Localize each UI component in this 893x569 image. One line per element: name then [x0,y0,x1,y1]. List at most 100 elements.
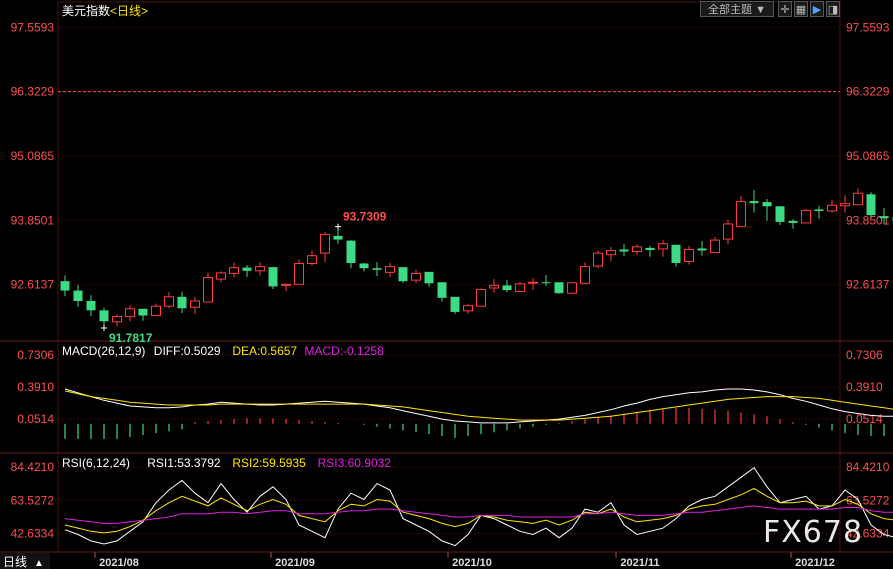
candle-body [606,250,616,256]
period-tab[interactable]: 日线 ▲ [0,553,50,569]
rsi-y-tick-label: 84.4210 [11,460,55,474]
candle-body [125,308,135,318]
candle-body [788,220,798,223]
candle-body [528,281,538,284]
macd-dea-line [64,390,893,421]
candle-body [567,282,577,294]
price-annotation: 93.7309 [343,210,387,224]
candle-body [489,284,499,289]
period-tab-label: 日线 [3,555,27,569]
candle-body [723,223,733,240]
rsi-y-tick-label-right: 84.4210 [846,460,890,474]
candle-body [697,248,707,251]
macd-y-tick-label-right: 0.7306 [846,348,883,362]
candle-body [632,246,642,253]
candle-body [333,235,343,240]
macd-y-tick-label: 0.3910 [17,380,54,394]
candle-body [346,240,356,263]
x-tick-label: 2021/11 [620,557,659,569]
y-tick-label: 96.3229 [11,85,55,99]
candle-body [736,201,746,228]
candle-body [99,310,109,322]
candle-body [801,209,811,224]
chart-canvas: 美元指数 <日线> 97.5593 97.5593 96.3229 96.3229 95.0… [0,1,893,569]
candle-body [112,316,122,323]
y-tick-label-right: 96.3229 [846,85,890,99]
price-annotation: 91.7817 [109,331,153,345]
candle-body [879,216,889,219]
candle-body [294,263,304,285]
y-tick-label-right: 97.5593 [846,20,890,34]
chevron-down-icon: ▼ [755,4,766,16]
left-panel-icon[interactable]: ▶ [810,1,824,17]
candle-body [749,201,759,204]
rsi-legend-label: RSI3:60.9032 [318,456,392,470]
rsi-y-tick-label: 42.6334 [11,527,55,541]
candle-body [684,248,694,262]
rsi-legend-label: RSI1:53.3792 [147,456,221,470]
x-tick-label: 2021/08 [99,557,139,569]
candle-body [866,194,876,216]
candle-body [437,282,447,298]
macd-y-tick-label-right: 0.3910 [846,380,883,394]
candle-body [775,206,785,222]
candle-body [164,296,174,307]
candle-body [840,203,850,207]
macd-legend-label: DEA:0.5657 [232,344,297,358]
candle-body [255,266,265,272]
chart-period: <日线> [110,4,148,18]
y-tick-label: 95.0865 [11,149,55,163]
candle-body [151,305,161,317]
macd-y-tick-label: 0.7306 [17,348,54,362]
candle-body [502,285,512,291]
candle-body [827,204,837,212]
x-tick-label: 2021/09 [275,557,315,569]
macd-legend-label: DIFF:0.5029 [154,344,221,358]
candle-body [411,272,421,281]
macd-legend-label: MACD:-0.1258 [304,344,384,358]
candle-body [73,290,83,301]
extreme-marker [101,325,107,332]
y-tick-label: 93.8501 [11,213,55,227]
watermark: FX678 [763,515,864,550]
candle-body [138,308,148,316]
theme-select[interactable]: 全部主题 ▼ [700,1,774,17]
candle-body [216,272,226,280]
crosshair-icon[interactable]: ✛ [778,1,792,17]
candle-body [593,252,603,267]
candle-body [554,282,564,294]
y-tick-label: 97.5593 [11,20,55,34]
macd-y-tick-label: 0.0514 [17,412,54,426]
x-tick-label: 2021/12 [795,557,835,569]
candle-body [450,296,460,312]
y-tick-label-right: 95.0865 [846,149,890,163]
candle-body [515,283,525,293]
grid-icon[interactable]: ▦ [794,1,808,17]
candle-body [177,296,187,309]
macd-diff-line [64,388,893,424]
right-panel-icon[interactable]: ◨ [826,1,840,17]
candle-body [320,233,330,254]
rsi-legend-label: RSI2:59.5935 [232,456,306,470]
candle-body [710,239,720,254]
candle-body [242,267,252,271]
candle-body [372,268,382,270]
rsi-legend-label: RSI(6,12,24) [62,456,130,470]
candle-body [671,244,681,263]
candle-body [307,255,317,265]
x-tick-label: 2021/10 [452,557,492,569]
candle-body [645,247,655,250]
candle-body [86,300,96,311]
candle-body [385,266,395,273]
y-tick-label-right: 92.6137 [846,278,890,292]
candle-body [814,209,824,211]
y-tick-label-right: 93.8501 [846,213,890,227]
candle-body [762,202,772,207]
candle-body [619,249,629,252]
candle-body [281,283,291,286]
chevron-up-icon: ▲ [34,558,44,569]
candle-body [190,300,200,308]
candle-body [60,281,70,291]
candle-body [424,271,434,284]
candle-body [580,266,590,284]
